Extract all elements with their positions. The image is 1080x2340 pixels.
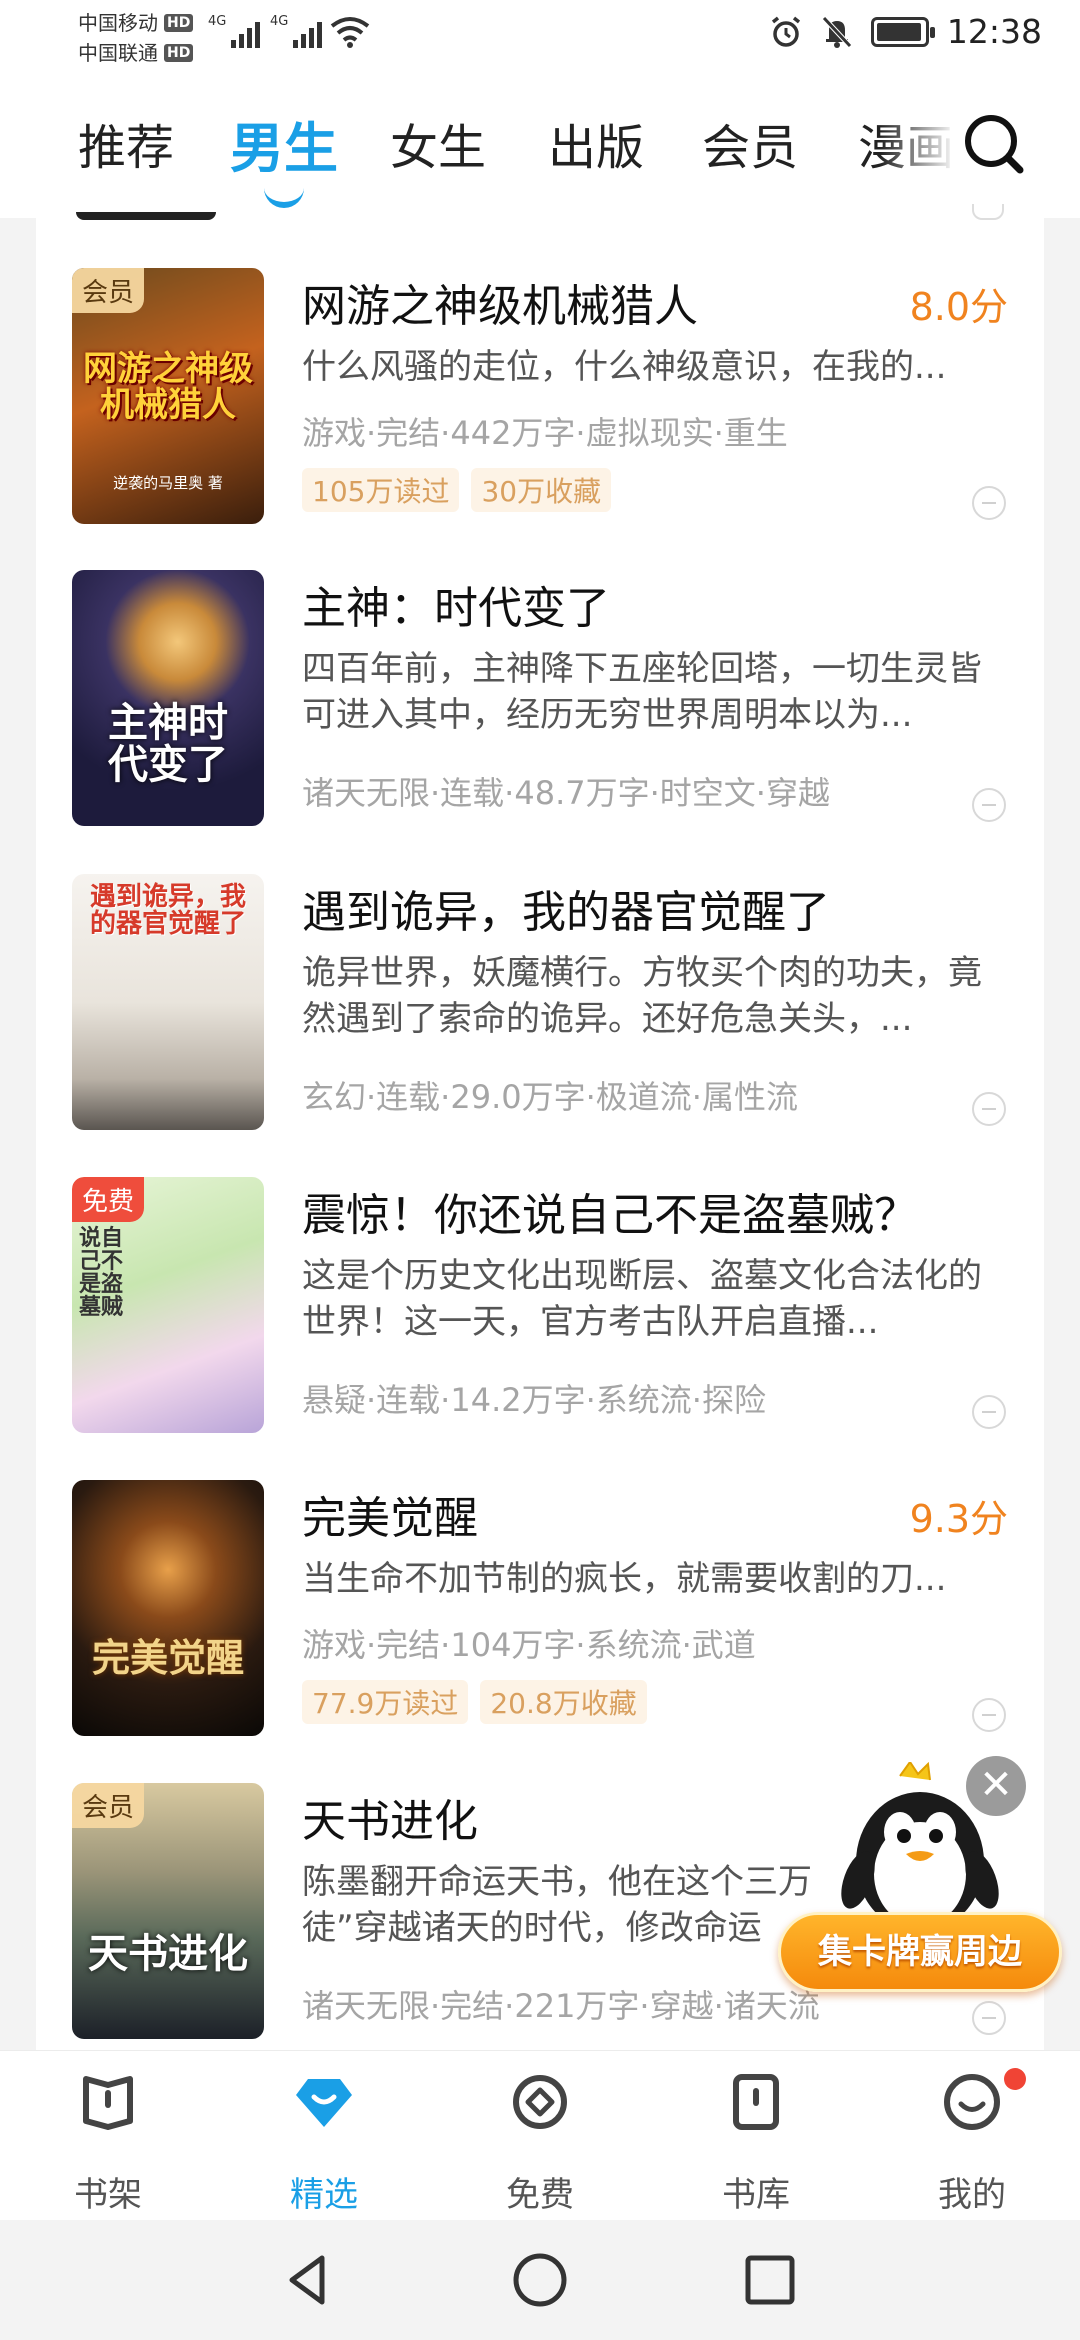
book-item[interactable]: 网游之神级机械猎人 逆袭的马里奥 著 会员 网游之神级机械猎人 8.0分 什么风… bbox=[72, 268, 1008, 524]
book-cover[interactable]: 网游之神级机械猎人 逆袭的马里奥 著 会员 bbox=[72, 268, 264, 524]
book-cover[interactable]: 遇到诡异，我的器官觉醒了 bbox=[72, 874, 264, 1130]
tab-publish[interactable]: 出版 bbox=[548, 108, 644, 178]
book-description: 诡异世界，妖魔横行。方牧买个肉的功夫，竟然遇到了索命的诡异。还好危急关头，... bbox=[302, 953, 982, 1039]
book-title[interactable]: 天书进化 bbox=[302, 1785, 478, 1849]
carrier-info: 中国移动 HD 中国联通 HD bbox=[78, 8, 194, 68]
nav-label: 精选 bbox=[290, 2175, 358, 2215]
cover-title: 说自己不是盗墓贼 bbox=[78, 1225, 123, 1321]
dislike-button[interactable] bbox=[972, 788, 1006, 822]
hd-badge: HD bbox=[164, 14, 194, 32]
tab-member[interactable]: 会员 bbox=[702, 108, 798, 178]
book-item[interactable]: 说自己不是盗墓贼 免费 震惊！你还说自己不是盗墓贼？ 这是个历史文化出现断层、盗… bbox=[72, 1177, 1008, 1433]
top-tab-bar: 推荐 男生 女生 出版 会员 漫画 bbox=[0, 78, 1080, 218]
bookshelf-icon bbox=[83, 2076, 133, 2130]
book-score: 9.3分 bbox=[909, 1497, 1008, 1541]
nav-label: 书库 bbox=[722, 2175, 790, 2215]
tab-female[interactable]: 女生 bbox=[390, 108, 486, 178]
dislike-button[interactable] bbox=[972, 486, 1006, 520]
book-description: 四百年前，主神降下五座轮回塔，一切生灵皆可进入其中，经历无穷世界周明本以为... bbox=[302, 649, 982, 735]
home-icon[interactable] bbox=[510, 2250, 570, 2310]
dislike-button[interactable] bbox=[972, 1092, 1006, 1126]
alarm-icon bbox=[771, 16, 800, 47]
previous-item-dislike-icon bbox=[972, 204, 1004, 220]
dislike-button[interactable] bbox=[972, 1698, 1006, 1732]
tab-fade bbox=[880, 78, 970, 208]
notification-dot bbox=[1004, 2068, 1026, 2090]
dislike-button[interactable] bbox=[972, 2001, 1006, 2035]
book-meta: 游戏·完结·104万字·系统流·武道 bbox=[302, 1626, 756, 1664]
free-target-icon bbox=[513, 2075, 567, 2129]
cover-title: 完美觉醒 bbox=[91, 1635, 244, 1680]
nav-label: 免费 bbox=[506, 2175, 574, 2215]
back-icon[interactable] bbox=[278, 2250, 338, 2310]
carrier-1: 中国移动 bbox=[78, 11, 158, 35]
book-title[interactable]: 网游之神级机械猎人 bbox=[302, 270, 698, 334]
promo-banner[interactable]: 集卡牌赢周边 bbox=[778, 1912, 1062, 1992]
book-meta: 悬疑·连载·14.2万字·系统流·探险 bbox=[302, 1381, 766, 1419]
wifi-icon bbox=[330, 17, 370, 48]
nav-featured[interactable]: 精选 bbox=[254, 2051, 394, 2221]
book-description: 当生命不加节制的疯长，就需要收割的刀... bbox=[302, 1559, 947, 1599]
member-badge: 会员 bbox=[72, 1783, 145, 1828]
library-book-icon bbox=[733, 2074, 779, 2130]
featured-diamond-icon bbox=[296, 2079, 352, 2127]
nav-label: 书架 bbox=[74, 2175, 142, 2215]
bottom-nav: 书架 精选 免费 书库 我的 bbox=[0, 2050, 1080, 2220]
book-title[interactable]: 主神：时代变了 bbox=[302, 572, 610, 636]
book-meta: 游戏·完结·442万字·虚拟现实·重生 bbox=[302, 414, 788, 452]
status-bar: 中国移动 HD 中国联通 HD 4G 4G 12:38 bbox=[0, 0, 1080, 78]
cover-title: 天书进化 bbox=[88, 1930, 248, 1977]
signal-icon: 4G bbox=[208, 14, 261, 48]
recents-icon[interactable] bbox=[740, 2250, 800, 2310]
favorite-count-tag: 30万收藏 bbox=[471, 468, 612, 512]
read-count-tag: 77.9万读过 bbox=[302, 1680, 469, 1724]
dislike-button[interactable] bbox=[972, 1395, 1006, 1429]
tab-male[interactable]: 男生 bbox=[230, 104, 338, 183]
cover-title: 主神时代变了 bbox=[108, 699, 228, 788]
system-nav-bar bbox=[0, 2220, 1080, 2340]
book-title[interactable]: 震惊！你还说自己不是盗墓贼？ bbox=[302, 1179, 918, 1243]
book-cover[interactable]: 完美觉醒 bbox=[72, 1480, 264, 1736]
book-meta: 玄幻·连载·29.0万字·极道流·属性流 bbox=[302, 1078, 798, 1116]
nav-bookshelf[interactable]: 书架 bbox=[38, 2051, 178, 2221]
previous-item-edge bbox=[76, 212, 216, 220]
cover-title: 遇到诡异，我的器官觉醒了 bbox=[89, 882, 246, 940]
mute-bell-icon bbox=[822, 15, 852, 48]
read-count-tag: 105万读过 bbox=[302, 468, 460, 512]
book-cover[interactable]: 主神时代变了 bbox=[72, 570, 264, 826]
signal-icon: 4G bbox=[270, 14, 323, 48]
book-cover[interactable]: 天书进化 会员 bbox=[72, 1783, 264, 2039]
book-title[interactable]: 完美觉醒 bbox=[302, 1482, 478, 1546]
nav-free[interactable]: 免费 bbox=[470, 2051, 610, 2221]
favorite-count-tag: 20.8万收藏 bbox=[480, 1680, 647, 1724]
book-description: 这是个历史文化出现断层、盗墓文化合法化的世界！这一天，官方考古队开启直播... bbox=[302, 1256, 982, 1342]
clock: 12:38 bbox=[946, 12, 1042, 51]
promo-close-button[interactable]: ✕ bbox=[966, 1756, 1026, 1816]
member-badge: 会员 bbox=[72, 268, 145, 313]
book-description: 陈墨翻开命运天书，他在这个三万徒”穿越诸天的时代，修改命运 bbox=[302, 1862, 812, 1948]
tab-recommend[interactable]: 推荐 bbox=[78, 108, 174, 178]
cover-author: 逆袭的马里奥 著 bbox=[113, 474, 223, 492]
carrier-2: 中国联通 bbox=[78, 41, 158, 65]
book-item[interactable]: 主神时代变了 主神：时代变了 四百年前，主神降下五座轮回塔，一切生灵皆可进入其中… bbox=[72, 570, 1008, 826]
battery-icon bbox=[870, 16, 935, 47]
book-meta: 诸天无限·完结·221万字·穿越·诸天流 bbox=[302, 1987, 820, 2025]
hd-badge: HD bbox=[164, 44, 194, 62]
book-item[interactable]: 遇到诡异，我的器官觉醒了 遇到诡异，我的器官觉醒了 诡异世界，妖魔横行。方牧买个… bbox=[72, 874, 1008, 1130]
book-description: 什么风骚的走位，什么神级意识，在我的... bbox=[302, 347, 947, 387]
free-badge: 免费 bbox=[72, 1177, 145, 1222]
book-score: 8.0分 bbox=[909, 285, 1008, 329]
cover-title: 网游之神级机械猎人 bbox=[83, 349, 253, 425]
book-item[interactable]: 完美觉醒 完美觉醒 9.3分 当生命不加节制的疯长，就需要收割的刀... 游戏·… bbox=[72, 1480, 1008, 1736]
book-meta: 诸天无限·连载·48.7万字·时空文·穿越 bbox=[302, 774, 830, 812]
nav-label: 我的 bbox=[938, 2175, 1006, 2215]
search-icon[interactable] bbox=[962, 112, 1026, 176]
book-cover[interactable]: 说自己不是盗墓贼 免费 bbox=[72, 1177, 264, 1433]
nav-library[interactable]: 书库 bbox=[686, 2051, 826, 2221]
book-title[interactable]: 遇到诡异，我的器官觉醒了 bbox=[302, 876, 830, 940]
profile-smile-icon bbox=[944, 2074, 1000, 2130]
active-tab-indicator bbox=[264, 188, 304, 208]
